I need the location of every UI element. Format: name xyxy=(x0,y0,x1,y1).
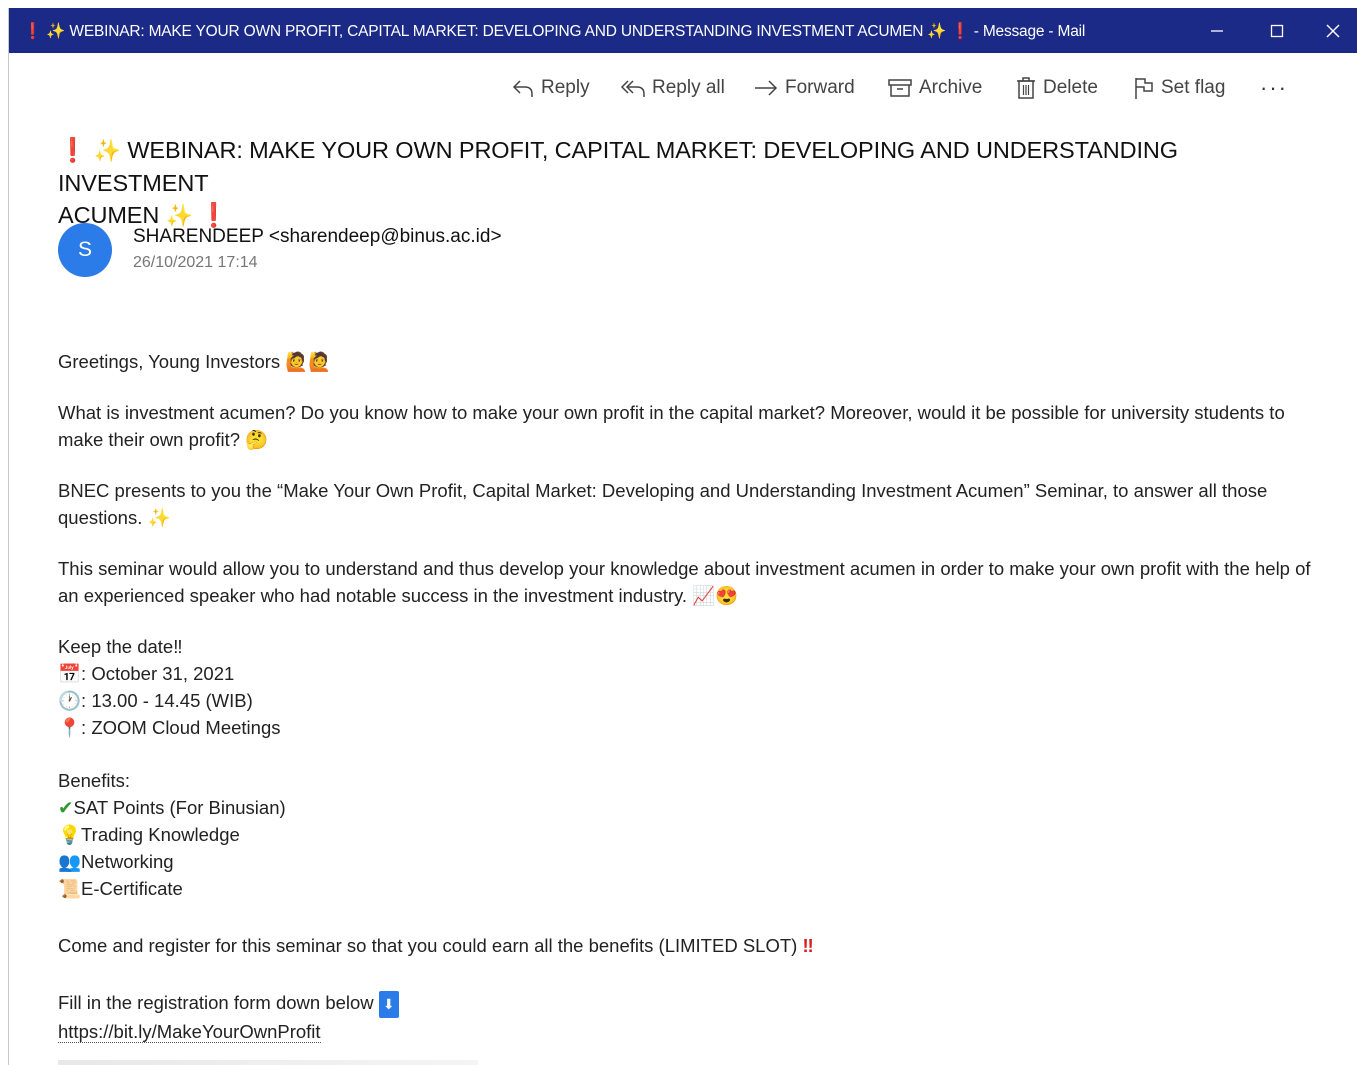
benefit-4-text: E-Certificate xyxy=(81,878,183,899)
archive-label: Archive xyxy=(919,77,983,98)
paragraph-1: What is investment acumen? Do you know h… xyxy=(58,399,1328,453)
check-mark-icon: ✔ xyxy=(58,797,74,818)
exclamation-icon: ❗ xyxy=(199,202,229,228)
event-place-line: 📍: ZOOM Cloud Meetings xyxy=(58,714,1328,741)
paragraph-1-text: What is investment acumen? Do you know h… xyxy=(58,402,1285,450)
sender-name[interactable]: SHARENDEEP <sharendeep@binus.ac.id> xyxy=(133,226,502,248)
maximize-button[interactable] xyxy=(1247,8,1307,53)
raising-hands-icon: 🙋🙋 xyxy=(285,351,332,372)
benefit-item: ✔SAT Points (For Binusian) xyxy=(58,794,1328,821)
truncated-text-line xyxy=(58,1060,478,1065)
chart-increasing-icon: 📈 xyxy=(692,585,716,606)
close-button[interactable] xyxy=(1307,8,1357,53)
benefit-3-text: Networking xyxy=(81,851,174,872)
trash-icon xyxy=(1017,77,1035,99)
calendar-icon: 📅 xyxy=(58,663,82,684)
paragraph-2: BNEC presents to you the “Make Your Own … xyxy=(58,477,1328,531)
forward-arrow-icon xyxy=(755,80,778,96)
people-icon: 👥 xyxy=(58,851,82,872)
forward-button[interactable]: Forward xyxy=(753,73,855,103)
flag-icon xyxy=(1135,78,1153,99)
form-text: Fill in the registration form down below xyxy=(58,992,374,1013)
window-title: ❗ ✨ WEBINAR: MAKE YOUR OWN PROFIT, CAPIT… xyxy=(23,23,1086,40)
more-icon: ··· xyxy=(1260,75,1288,100)
delete-button[interactable]: Delete xyxy=(1015,73,1098,103)
reply-all-label: Reply all xyxy=(652,77,725,98)
reply-label: Reply xyxy=(541,77,590,98)
event-date-text: : October 31, 2021 xyxy=(81,663,235,684)
event-date-line: 📅: October 31, 2021 xyxy=(58,660,1328,687)
paragraph-2-text: BNEC presents to you the “Make Your Own … xyxy=(58,480,1268,528)
reply-icon xyxy=(512,80,533,97)
paragraph-3-text: This seminar would allow you to understa… xyxy=(58,558,1311,606)
event-time-line: 🕐: 13.00 - 14.45 (WIB) xyxy=(58,687,1328,714)
message-body: Greetings, Young Investors 🙋🙋 What is in… xyxy=(58,348,1328,1045)
avatar[interactable]: S xyxy=(58,223,112,277)
light-bulb-icon: 💡 xyxy=(58,824,82,845)
close-icon xyxy=(1326,24,1339,37)
registration-link[interactable]: https://bit.ly/MakeYourOwnProfit xyxy=(58,1021,321,1043)
archive-icon xyxy=(888,79,912,97)
maximize-icon xyxy=(1270,24,1284,37)
registration-link-line: https://bit.ly/MakeYourOwnProfit xyxy=(58,1018,1328,1045)
title-bar: ❗ ✨ WEBINAR: MAKE YOUR OWN PROFIT, CAPIT… xyxy=(9,8,1357,53)
paragraph-3: This seminar would allow you to understa… xyxy=(58,555,1328,609)
reply-all-button[interactable]: Reply all xyxy=(620,73,725,103)
benefit-item: 💡Trading Knowledge xyxy=(58,821,1328,848)
subject-line-1: WEBINAR: MAKE YOUR OWN PROFIT, CAPITAL M… xyxy=(58,137,1178,196)
event-time-text: : 13.00 - 14.45 (WIB) xyxy=(81,690,253,711)
message-subject: ❗ ✨ WEBINAR: MAKE YOUR OWN PROFIT, CAPIT… xyxy=(58,134,1318,232)
benefit-1-text: SAT Points (For Binusian) xyxy=(73,797,286,818)
register-line: Come and register for this seminar so th… xyxy=(58,932,1328,959)
benefits-title: Benefits: xyxy=(58,770,130,791)
sparkles-icon: ✨ xyxy=(93,138,121,163)
form-line: Fill in the registration form down below… xyxy=(58,989,1328,1018)
round-pushpin-icon: 📍 xyxy=(58,717,82,738)
scroll-icon: 📜 xyxy=(58,878,82,899)
archive-button[interactable]: Archive xyxy=(887,73,982,103)
mail-window: ❗ ✨ WEBINAR: MAKE YOUR OWN PROFIT, CAPIT… xyxy=(8,8,1357,1065)
subject-line-2: ACUMEN xyxy=(58,202,160,228)
benefit-item: 📜E-Certificate xyxy=(58,875,1328,902)
down-arrow-icon: ⬇ xyxy=(378,991,399,1018)
set-flag-button[interactable]: Set flag xyxy=(1133,73,1225,103)
minimize-icon xyxy=(1211,29,1223,32)
clock-icon: 🕐 xyxy=(58,690,82,711)
forward-label: Forward xyxy=(785,77,855,98)
benefit-item: 👥Networking xyxy=(58,848,1328,875)
greeting-text: Greetings, Young Investors xyxy=(58,351,281,372)
benefit-2-text: Trading Knowledge xyxy=(81,824,240,845)
delete-label: Delete xyxy=(1043,77,1098,98)
thinking-face-icon: 🤔 xyxy=(245,429,269,450)
event-place-text: : ZOOM Cloud Meetings xyxy=(81,717,281,738)
avatar-initial: S xyxy=(77,238,92,261)
reply-all-icon xyxy=(620,80,645,97)
command-bar: Reply Reply all Forward Archive Delete S… xyxy=(9,63,1357,113)
exclamation-icon: ❗ xyxy=(58,137,88,163)
sparkles-icon: ✨ xyxy=(165,203,193,228)
more-actions-button[interactable]: ··· xyxy=(1260,73,1288,103)
double-exclamation-icon: ‼ xyxy=(802,935,814,956)
star-struck-icon: 😍 xyxy=(715,585,739,606)
keep-date-line: Keep the date‼ xyxy=(58,636,183,657)
greeting-line: Greetings, Young Investors 🙋🙋 xyxy=(58,348,1328,375)
set-flag-label: Set flag xyxy=(1161,77,1226,98)
message-date: 26/10/2021 17:14 xyxy=(133,254,258,271)
register-text: Come and register for this seminar so th… xyxy=(58,935,798,956)
sparkles-icon: ✨ xyxy=(147,507,171,528)
minimize-button[interactable] xyxy=(1187,8,1247,53)
reply-button[interactable]: Reply xyxy=(511,73,590,103)
